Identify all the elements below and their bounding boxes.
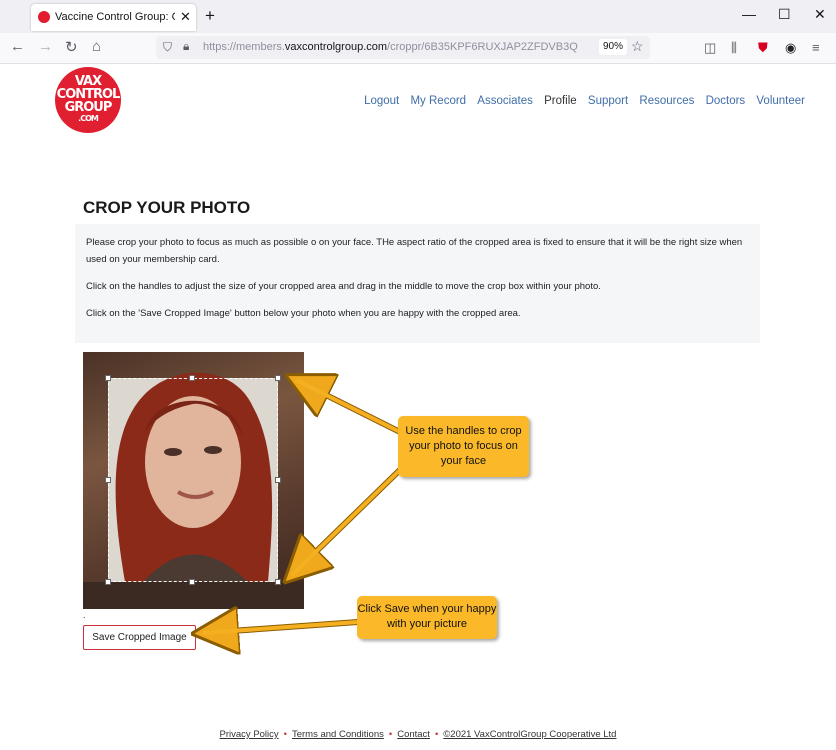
save-callout: Click Save when your happy with your pic… bbox=[357, 596, 497, 639]
footer-separator: • bbox=[283, 729, 287, 740]
footer-separator: • bbox=[434, 729, 439, 740]
footer: Privacy Policy • Terms and Conditions • Cont… bbox=[0, 729, 836, 740]
handles-callout: Use the handles to crop your photo to fo… bbox=[398, 416, 529, 477]
footer-separator: • bbox=[388, 729, 393, 740]
terms-link[interactable]: Terms and Conditions bbox=[292, 729, 384, 740]
contact-link[interactable]: Contact bbox=[397, 729, 430, 740]
privacy-policy-link[interactable]: Privacy Policy bbox=[220, 729, 279, 740]
copyright-link[interactable]: ©2021 VaxControlGroup Cooperative Ltd bbox=[443, 729, 616, 740]
